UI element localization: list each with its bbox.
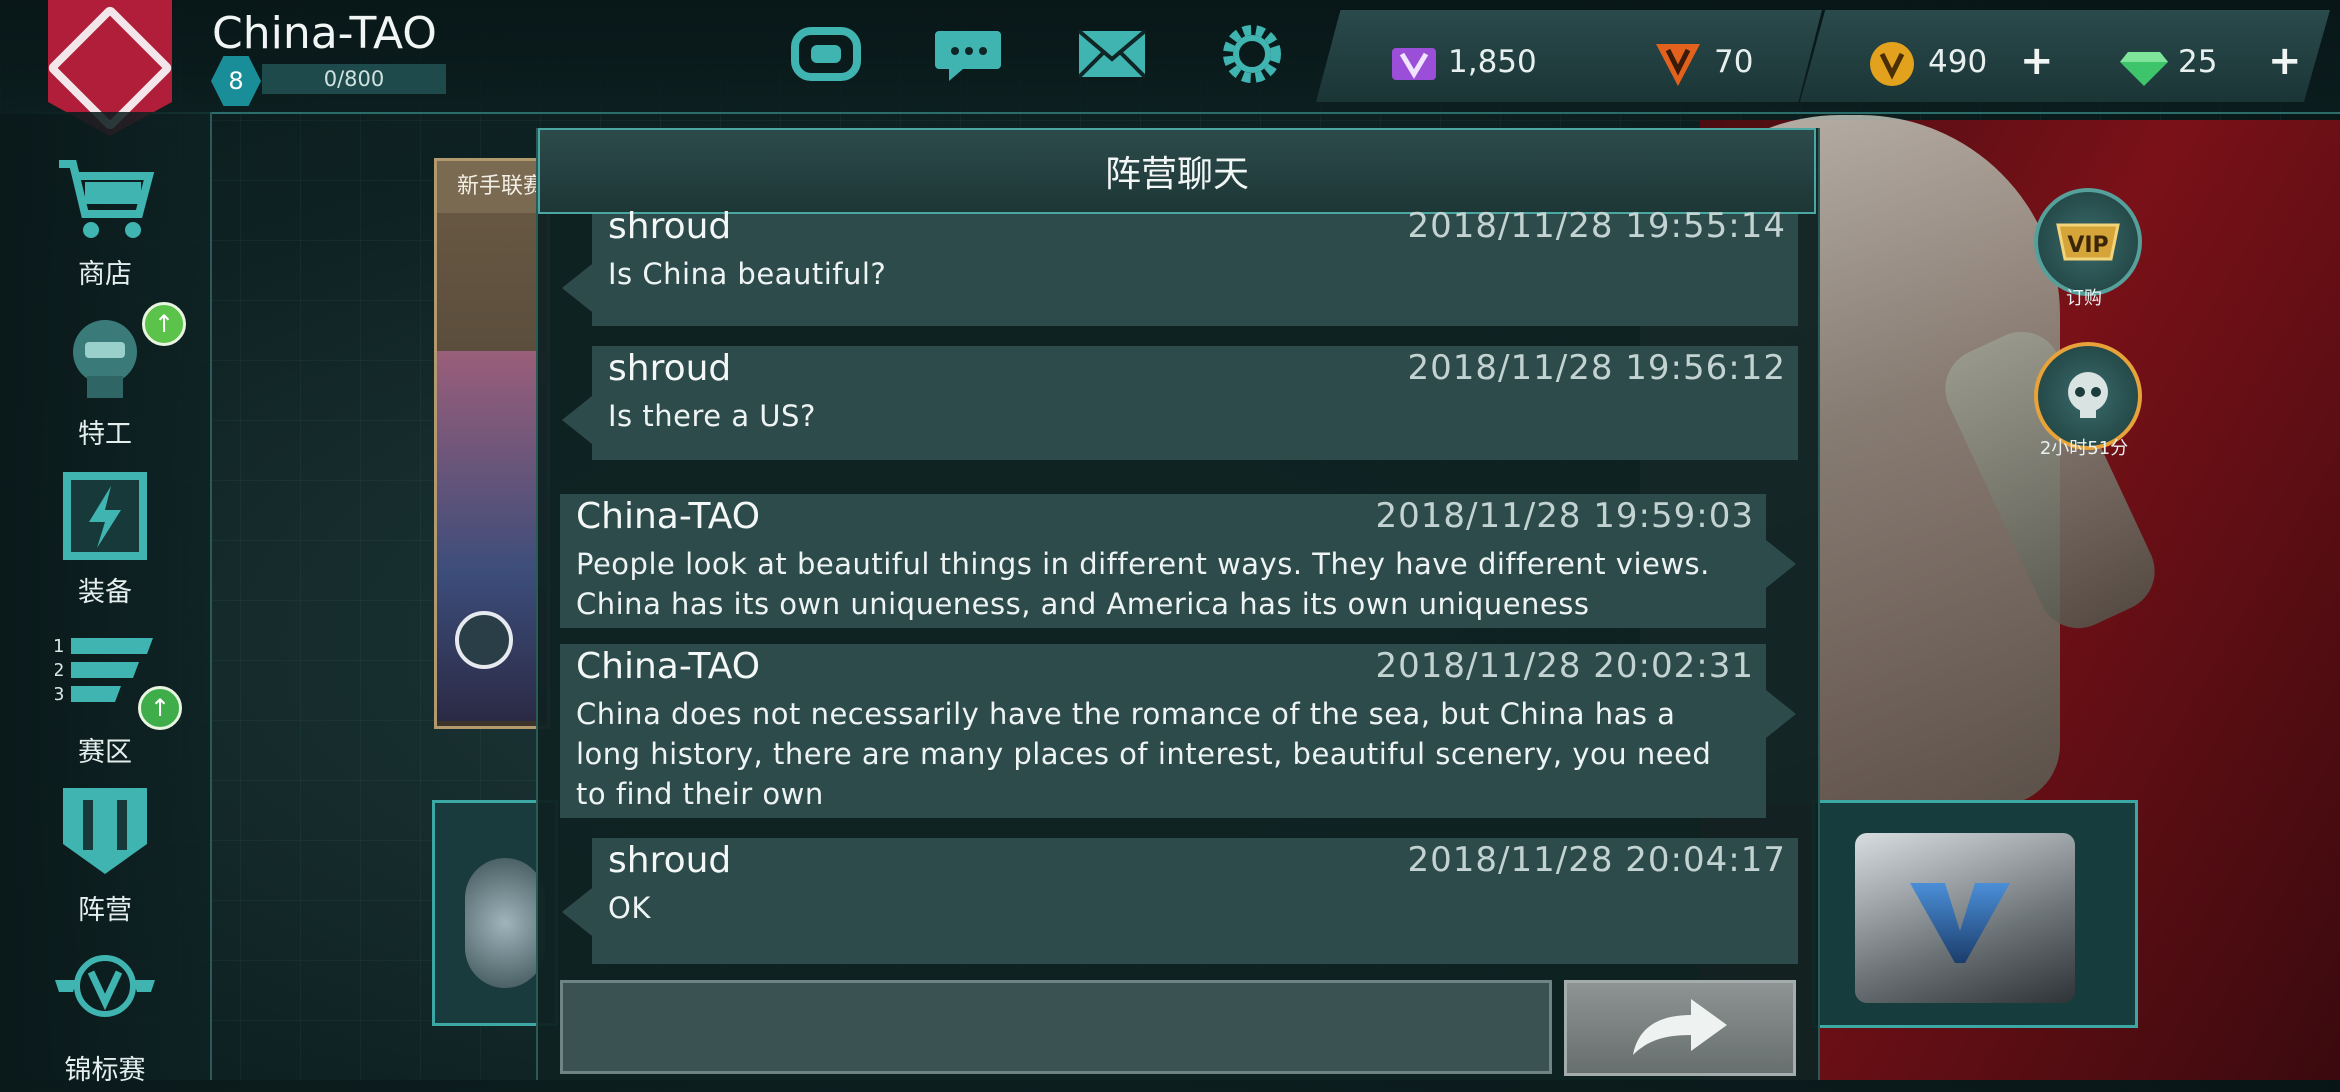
bubble-tail bbox=[1766, 540, 1796, 588]
message-sender: shroud bbox=[608, 348, 732, 389]
chat-message: shroud 2018/11/28 19:56:12 Is there a US… bbox=[562, 346, 1798, 460]
message-text: Is there a US? bbox=[608, 399, 816, 433]
currency-purple[interactable]: 1,850 bbox=[1316, 10, 1588, 102]
message-sender: shroud bbox=[608, 206, 732, 247]
sidebar-item-agents[interactable]: ↑ 特工 bbox=[0, 302, 210, 456]
add-diamonds-button[interactable]: + bbox=[2268, 38, 2302, 84]
svg-text:2: 2 bbox=[55, 660, 64, 681]
bounty-timer-label: 2小时51分 bbox=[2039, 438, 2129, 459]
message-time: 2018/11/28 19:59:03 bbox=[1375, 496, 1754, 536]
cart-icon bbox=[59, 160, 155, 238]
message-text: OK bbox=[608, 891, 651, 925]
event-card[interactable]: 新手联赛 bbox=[434, 158, 550, 729]
gear-icon bbox=[1223, 25, 1281, 83]
sidebar-item-faction[interactable]: 阵营 bbox=[0, 782, 210, 932]
chat-title: 阵营聊天 bbox=[538, 128, 1816, 214]
sidebar-item-tournament[interactable]: 锦标赛 bbox=[0, 942, 210, 1092]
chat-message: China-TAO 2018/11/28 20:02:31 China does… bbox=[560, 644, 1796, 818]
send-button[interactable] bbox=[1564, 980, 1796, 1076]
reward-chest-card[interactable] bbox=[1812, 800, 2138, 1028]
level-badge: 8 bbox=[211, 56, 261, 106]
currency-gold[interactable]: 490 + bbox=[1800, 10, 2080, 102]
sidebar-label-tournament: 锦标赛 bbox=[64, 1055, 146, 1086]
purple-v-icon bbox=[1392, 48, 1436, 80]
chat-bubble-icon bbox=[935, 31, 1001, 81]
settings-button[interactable] bbox=[1212, 18, 1292, 90]
message-time: 2018/11/28 19:55:14 bbox=[1407, 206, 1786, 246]
svg-text:1: 1 bbox=[55, 636, 64, 657]
bubble-tail bbox=[1766, 690, 1796, 738]
chat-message: shroud 2018/11/28 19:55:14 Is China beau… bbox=[562, 206, 1798, 326]
message-text: People look at beautiful things in diffe… bbox=[576, 547, 1710, 621]
currency-diamonds-value: 25 bbox=[2178, 44, 2218, 80]
mail-button[interactable] bbox=[1072, 18, 1152, 90]
faction-chat-dialog: 阵营聊天 shroud 2018/11/28 19:55:14 Is China… bbox=[536, 128, 1820, 1080]
equipment-icon bbox=[63, 472, 147, 560]
chat-message: China-TAO 2018/11/28 19:59:03 People loo… bbox=[560, 494, 1796, 628]
vip-icon: VIP bbox=[2056, 223, 2120, 261]
event-tab: 新手联赛 bbox=[437, 161, 547, 213]
event-ring-icon bbox=[455, 611, 513, 669]
bubble-tail bbox=[562, 396, 592, 444]
svg-text:VIP: VIP bbox=[2067, 233, 2108, 258]
league-upgrade-icon: ↑ bbox=[138, 686, 182, 730]
currency-purple-value: 1,850 bbox=[1448, 44, 1537, 80]
top-bar: China-TAO 8 0/800 1,850 70 490 + 25 + bbox=[0, 0, 2340, 136]
message-text: China does not necessarily have the roma… bbox=[576, 697, 1712, 811]
gameloft-button[interactable] bbox=[786, 18, 866, 90]
sidebar-label-shop: 商店 bbox=[78, 259, 132, 290]
orange-v-icon bbox=[1656, 44, 1700, 86]
currency-orange-value: 70 bbox=[1714, 44, 1754, 80]
diamond-icon bbox=[2120, 52, 2168, 86]
bubble-tail bbox=[562, 888, 592, 936]
vip-button[interactable]: VIP bbox=[2034, 188, 2142, 296]
gameloft-icon bbox=[791, 27, 861, 81]
chat-message: shroud 2018/11/28 20:04:17 OK bbox=[562, 838, 1798, 964]
message-time: 2018/11/28 19:56:12 bbox=[1407, 348, 1786, 388]
sidebar: 商店 ↑ 特工 装备 1 2 3 ↑ 赛区 阵营 锦标赛 bbox=[0, 112, 212, 1086]
sidebar-label-league: 赛区 bbox=[78, 737, 132, 768]
player-name: China-TAO bbox=[212, 8, 437, 59]
sidebar-label-faction: 阵营 bbox=[78, 895, 132, 926]
tournament-icon bbox=[55, 955, 155, 1017]
message-time: 2018/11/28 20:02:31 bbox=[1375, 646, 1754, 686]
currency-gold-value: 490 bbox=[1928, 44, 1988, 80]
sidebar-item-shop[interactable]: 商店 bbox=[0, 146, 210, 296]
xp-text: 0/800 bbox=[323, 67, 385, 91]
sidebar-item-league[interactable]: 1 2 3 ↑ 赛区 bbox=[0, 624, 210, 774]
gold-coin-icon bbox=[1870, 42, 1914, 86]
rank-emblem-icon bbox=[465, 858, 545, 988]
message-text: Is China beautiful? bbox=[608, 257, 887, 291]
upgrade-arrow-icon: ↑ bbox=[142, 302, 186, 346]
mail-icon bbox=[1077, 29, 1147, 79]
message-sender: China-TAO bbox=[576, 646, 761, 687]
vip-label: 订购 bbox=[2066, 288, 2102, 309]
share-arrow-icon bbox=[1633, 999, 1727, 1055]
message-sender: shroud bbox=[608, 840, 732, 881]
faction-banner-icon bbox=[63, 788, 147, 874]
currency-orange[interactable]: 70 bbox=[1560, 10, 1822, 102]
chat-button[interactable] bbox=[928, 18, 1008, 90]
chat-input-field[interactable] bbox=[560, 980, 1552, 1074]
skull-icon bbox=[2068, 372, 2108, 418]
sidebar-label-agents: 特工 bbox=[78, 419, 132, 450]
currency-diamonds[interactable]: 25 + bbox=[2040, 10, 2330, 102]
sidebar-label-equipment: 装备 bbox=[78, 577, 132, 608]
message-sender: China-TAO bbox=[576, 496, 761, 537]
agent-helmet-icon bbox=[73, 320, 137, 398]
message-time: 2018/11/28 20:04:17 bbox=[1407, 840, 1786, 880]
svg-text:3: 3 bbox=[55, 684, 64, 705]
sidebar-item-equipment[interactable]: 装备 bbox=[0, 464, 210, 614]
bubble-tail bbox=[562, 264, 592, 312]
